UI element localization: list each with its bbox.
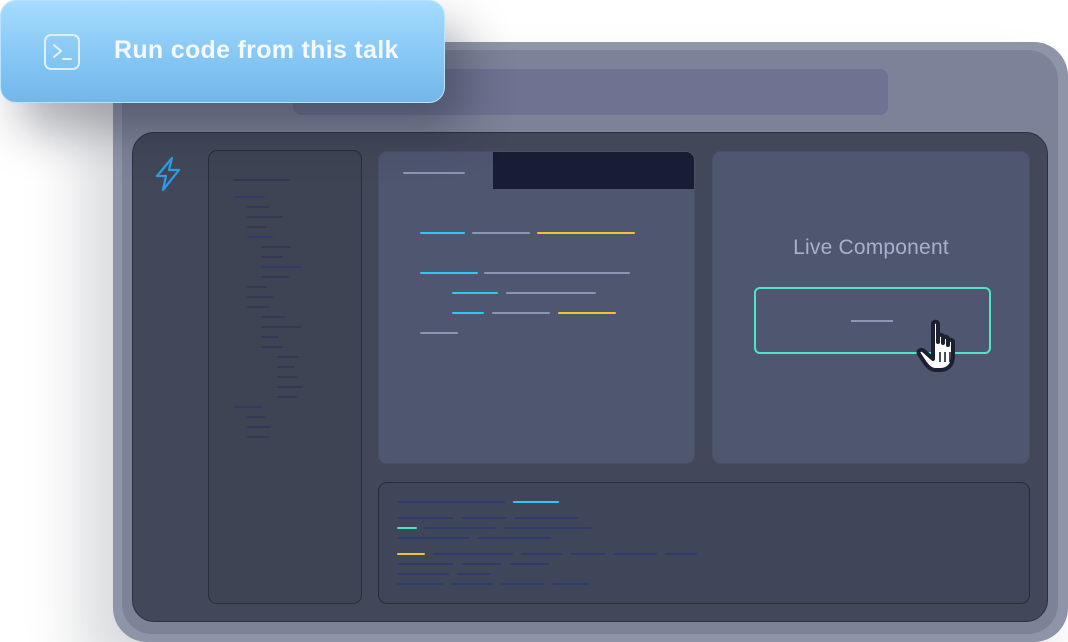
run-code-label: Run code from this talk [114,36,399,64]
tab-active[interactable] [379,152,493,189]
hand-pointer-icon [916,319,955,372]
code-editor-panel[interactable] [378,151,695,464]
tab-bar-empty [493,152,694,189]
preview-title: Live Component [793,236,949,259]
file-tree-panel [208,150,362,604]
button-label-placeholder [851,320,893,322]
console-panel [378,482,1030,604]
run-code-button[interactable]: Run code from this talk [0,0,445,103]
lightning-bolt-icon[interactable] [152,156,184,192]
live-preview-panel: Live Component [712,151,1030,464]
editor-tab-bar [379,152,694,189]
terminal-icon [44,34,80,70]
screen: Live Component Run code from this talk [0,0,1068,642]
